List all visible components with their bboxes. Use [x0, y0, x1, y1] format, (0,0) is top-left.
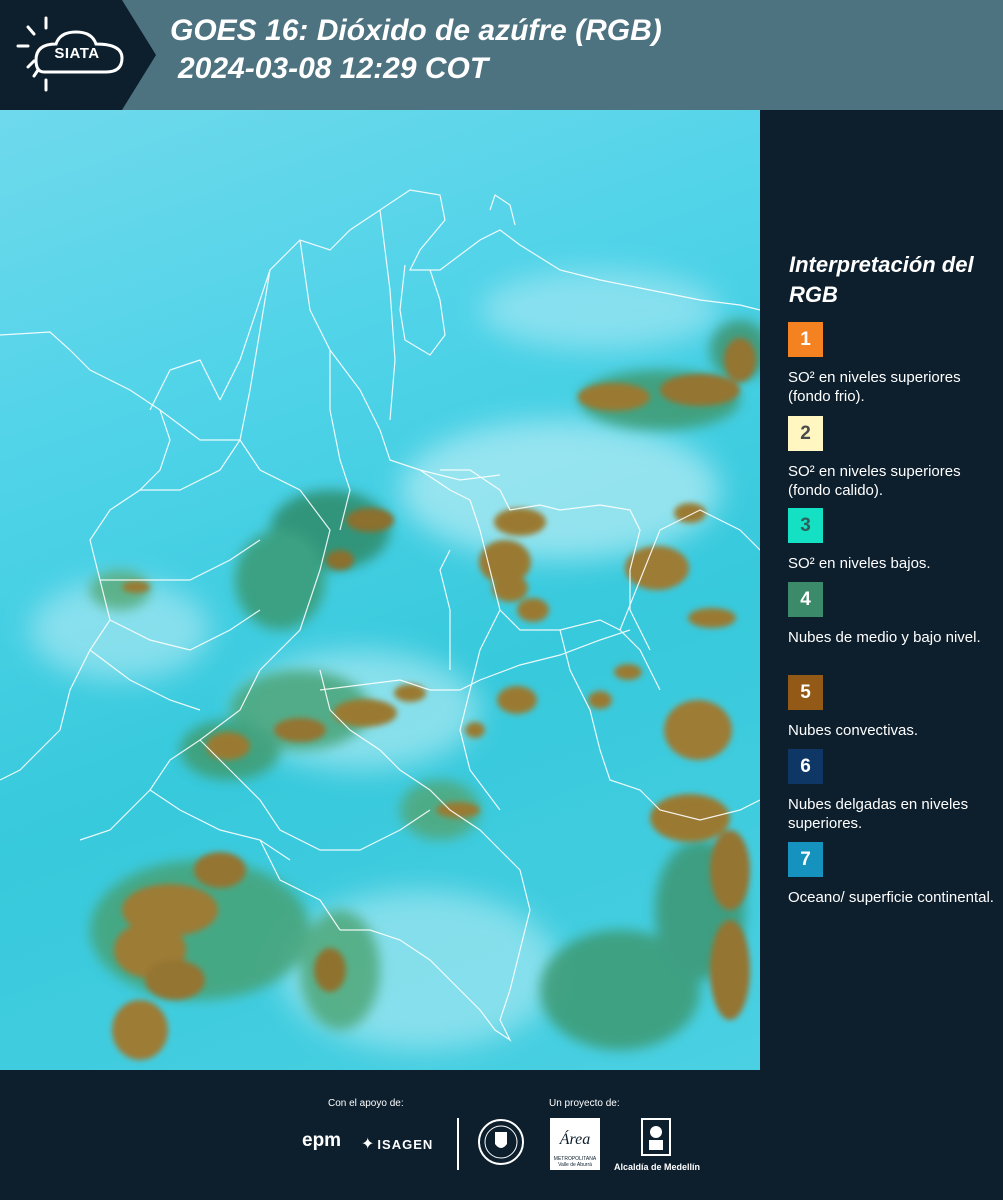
medellin-seal-icon: [478, 1119, 524, 1165]
legend-label: Nubes convectivas.: [788, 722, 919, 739]
legend-number: 7: [800, 848, 811, 870]
legend-swatch-7: 7: [788, 842, 823, 877]
area-logo-text: Área: [559, 1129, 591, 1148]
legend-panel: Interpretación del RGB 1 SO² en niveles …: [760, 110, 1003, 1070]
legend-swatch-1: 1: [788, 322, 823, 357]
satellite-imagery: [0, 189, 760, 1060]
alcaldia-text: Alcaldía de Medellín: [613, 1162, 701, 1172]
isagen-logo-text: ISAGEN: [377, 1137, 434, 1152]
legend-swatch-3: 3: [788, 508, 823, 543]
legend-item-7: 7 Oceano/ superficie continental.: [788, 842, 998, 907]
legend-label: SO² en niveles bajos.: [788, 555, 931, 572]
legend-swatch-6: 6: [788, 749, 823, 784]
page-title: GOES 16: Dióxido de azúfre (RGB): [170, 14, 662, 47]
siata-logo-text: SIATA: [54, 45, 100, 62]
legend-swatch-5: 5: [788, 675, 823, 710]
legend-number: 1: [800, 328, 811, 350]
legend-item-2: 2 SO² en niveles superiores (fondo calid…: [788, 416, 998, 500]
header: SIATA GOES 16: Dióxido de azúfre (RGB) 2…: [0, 0, 1003, 110]
legend-swatch-2: 2: [788, 416, 823, 451]
siata-logo: SIATA: [0, 0, 156, 110]
legend-number: 3: [800, 514, 811, 536]
legend-item-3: 3 SO² en niveles bajos.: [788, 508, 998, 573]
alcaldia-shield-icon: [641, 1118, 671, 1156]
legend-number: 6: [800, 755, 811, 777]
project-caption: Un proyecto de:: [549, 1098, 620, 1109]
legend-label: Oceano/ superficie continental.: [788, 889, 994, 906]
legend-item-1: 1 SO² en niveles superiores (fondo frio)…: [788, 322, 998, 406]
timestamp: 2024-03-08 12:29 COT: [178, 52, 489, 85]
legend-number: 4: [800, 588, 811, 610]
footer: Con el apoyo de: Un proyecto de: epm ✦ IS…: [0, 1070, 1003, 1200]
legend-label: SO² en niveles superiores (fondo calido)…: [788, 463, 961, 499]
legend-item-5: 5 Nubes convectivas.: [788, 675, 998, 740]
legend-swatch-4: 4: [788, 582, 823, 617]
legend-item-4: 4 Nubes de medio y bajo nivel.: [788, 582, 998, 647]
legend-label: SO² en niveles superiores (fondo frio).: [788, 369, 961, 405]
legend-title: Interpretación del RGB: [789, 252, 974, 307]
support-caption: Con el apoyo de:: [328, 1098, 404, 1109]
legend-label: Nubes de medio y bajo nivel.: [788, 629, 981, 646]
legend-item-6: 6 Nubes delgadas en niveles superiores.: [788, 749, 998, 833]
footer-divider: [457, 1118, 459, 1170]
isagen-logo: ✦ ISAGEN: [361, 1134, 433, 1154]
legend-label: Nubes delgadas en niveles superiores.: [788, 796, 969, 832]
isagen-star-icon: ✦: [361, 1136, 376, 1153]
legend-number: 5: [800, 681, 811, 703]
legend-number: 2: [800, 422, 811, 444]
area-subtitle: METROPOLITANA Valle de Aburrá: [553, 1156, 597, 1168]
satellite-map[interactable]: [0, 110, 760, 1070]
epm-logo: epm: [302, 1130, 342, 1151]
